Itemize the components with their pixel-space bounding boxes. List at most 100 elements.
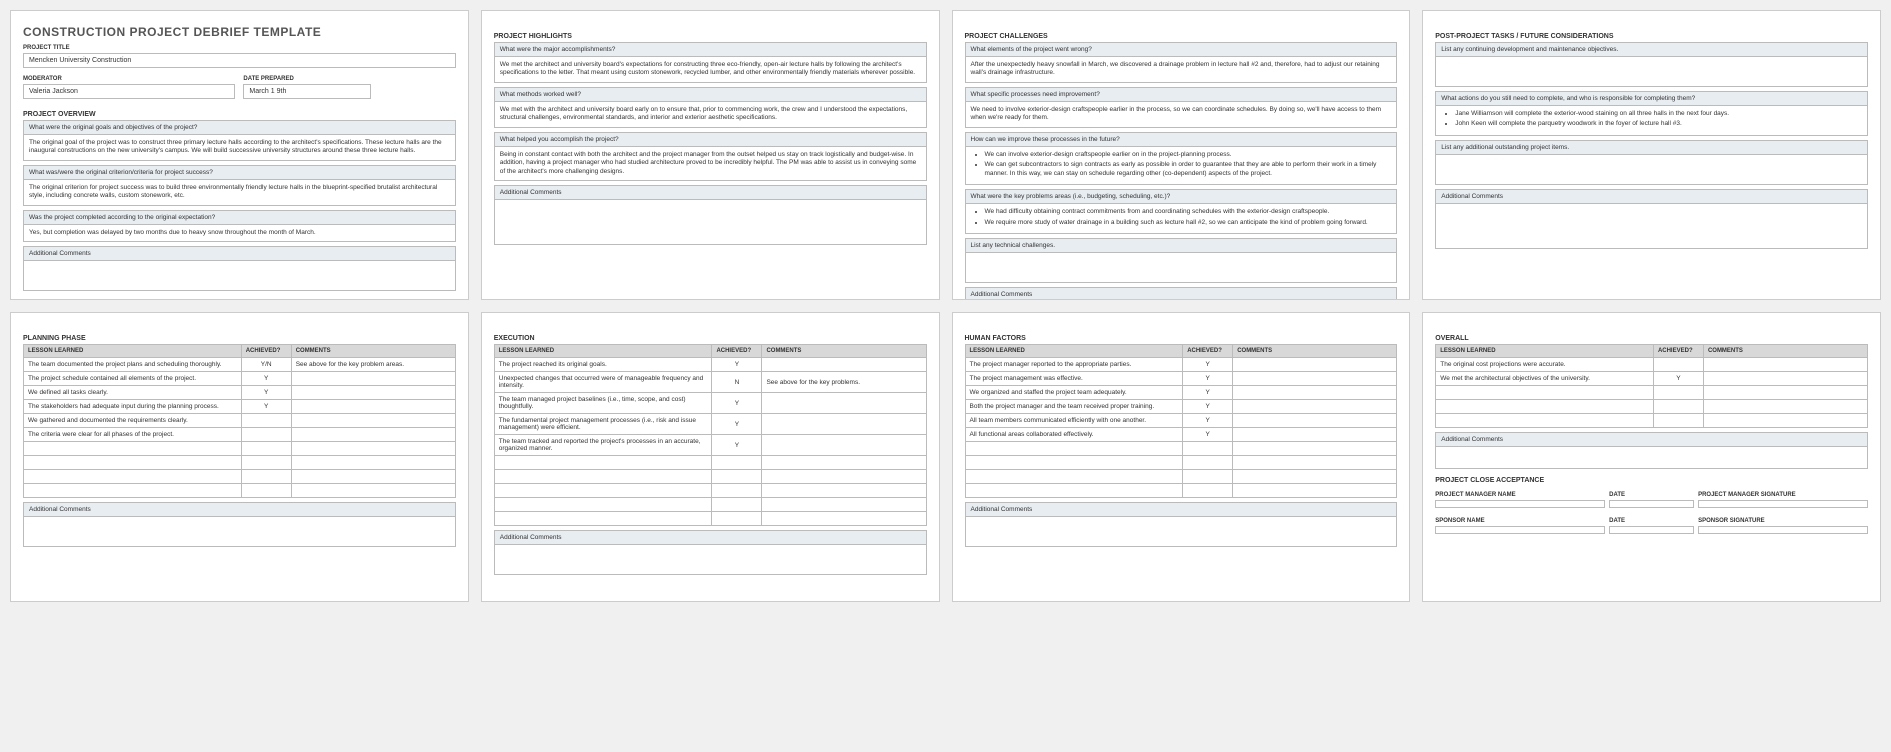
bullet: We can get subcontractors to sign contra… [985,161,1392,178]
project-title-label: PROJECT TITLE [23,45,456,51]
main-title: CONSTRUCTION PROJECT DEBRIEF TEMPLATE [23,25,456,39]
table-row [494,498,926,512]
addl-head: Additional Comments [1435,432,1868,447]
table-row [1436,414,1868,428]
pm-sig-input[interactable] [1698,500,1868,508]
a-accomplishments[interactable]: We met the architect and university boar… [494,57,927,83]
q-outstanding: List any additional outstanding project … [1435,140,1868,155]
table-header: LESSON LEARNED ACHIEVED? COMMENTS [1436,345,1868,358]
q-keyprob: What were the key problems areas (i.e., … [965,189,1398,204]
lessons-table: LESSON LEARNED ACHIEVED? COMMENTS The or… [1435,344,1868,428]
addl-input[interactable] [965,517,1398,547]
addl-input[interactable] [494,200,927,245]
date-input[interactable]: March 1 9th [243,84,370,99]
table-row: We organized and staffed the project tea… [965,386,1397,400]
pm-name-input[interactable] [1435,500,1605,508]
moderator-label: MODERATOR [23,76,235,82]
addl-head: Additional Comments [965,502,1398,517]
addl-head: Additional Comments [1435,189,1868,204]
date-label: DATE PREPARED [243,76,455,82]
sp-date-input[interactable] [1609,526,1694,534]
page-4: POST-PROJECT TASKS / FUTURE CONSIDERATIO… [1422,10,1881,300]
a-improve[interactable]: We need to involve exterior-design craft… [965,102,1398,128]
addl-comments-input[interactable] [23,261,456,291]
a-wrong[interactable]: After the unexpectedly heavy snowfall in… [965,57,1398,83]
moderator-input[interactable]: Valeria Jackson [23,84,235,99]
th-comments: COMMENTS [1703,345,1867,358]
sp-name-input[interactable] [1435,526,1605,534]
q-criteria: What was/were the original criterion/cri… [23,165,456,180]
table-row [24,442,456,456]
table-row [24,484,456,498]
bullet: We require more study of water drainage … [985,219,1392,227]
table-row [1436,400,1868,414]
a-methods[interactable]: We met with the architect and university… [494,102,927,128]
table-row [494,512,926,526]
q-actions: What actions do you still need to comple… [1435,91,1868,106]
table-row: The original cost projections were accur… [1436,358,1868,372]
table-row: All team members communicated efficientl… [965,414,1397,428]
table-row: The criteria were clear for all phases o… [24,428,456,442]
a-criteria[interactable]: The original criterion for project succe… [23,180,456,206]
page-7: HUMAN FACTORS LESSON LEARNED ACHIEVED? C… [952,312,1411,602]
table-row: Unexpected changes that occurred were of… [494,372,926,393]
q-completed: Was the project completed according to t… [23,210,456,225]
a-keyprob[interactable]: We had difficulty obtaining contract com… [965,204,1398,234]
page-5: PLANNING PHASE LESSON LEARNED ACHIEVED? … [10,312,469,602]
bullet: Jane Williamson will complete the exteri… [1455,110,1862,118]
table-row: We gathered and documented the requireme… [24,414,456,428]
a-completed[interactable]: Yes, but completion was delayed by two m… [23,225,456,242]
addl-input[interactable] [1435,204,1868,249]
a-continuing[interactable] [1435,57,1868,87]
page-6: EXECUTION LESSON LEARNED ACHIEVED? COMME… [481,312,940,602]
table-row: The stakeholders had adequate input duri… [24,400,456,414]
addl-input[interactable] [23,517,456,547]
lessons-table: LESSON LEARNED ACHIEVED? COMMENTS The te… [23,344,456,498]
postproject-head: POST-PROJECT TASKS / FUTURE CONSIDERATIO… [1435,33,1868,40]
human-head: HUMAN FACTORS [965,335,1398,342]
table-header: LESSON LEARNED ACHIEVED? COMMENTS [494,345,926,358]
a-goals[interactable]: The original goal of the project was to … [23,135,456,161]
table-row: The team documented the project plans an… [24,358,456,372]
th-comments: COMMENTS [1233,345,1397,358]
pm-sig-label: PROJECT MANAGER SIGNATURE [1698,492,1868,498]
table-row: The project schedule contained all eleme… [24,372,456,386]
a-outstanding[interactable] [1435,155,1868,185]
th-comments: COMMENTS [291,345,455,358]
table-row [494,456,926,470]
page-8: OVERALL LESSON LEARNED ACHIEVED? COMMENT… [1422,312,1881,602]
addl-input[interactable] [1435,447,1868,469]
page-3: PROJECT CHALLENGES What elements of the … [952,10,1411,300]
table-row [494,484,926,498]
sp-date-label: DATE [1609,518,1694,524]
sp-sig-input[interactable] [1698,526,1868,534]
pm-date-input[interactable] [1609,500,1694,508]
addl-comments-head: Additional Comments [23,246,456,261]
q-tech: List any technical challenges. [965,238,1398,253]
th-lesson: LESSON LEARNED [965,345,1183,358]
q-continuing: List any continuing development and main… [1435,42,1868,57]
table-row: We met the architectural objectives of t… [1436,372,1868,386]
q-wrong: What elements of the project went wrong? [965,42,1398,57]
table-row: The team managed project baselines (i.e.… [494,393,926,414]
table-row [1436,386,1868,400]
close-head: PROJECT CLOSE ACCEPTANCE [1435,477,1868,484]
table-row: All functional areas collaborated effect… [965,428,1397,442]
a-how[interactable]: We can involve exterior-design craftspeo… [965,147,1398,185]
a-tech[interactable] [965,253,1398,283]
addl-head: Additional Comments [494,185,927,200]
th-lesson: LESSON LEARNED [24,345,242,358]
q-methods: What methods worked well? [494,87,927,102]
a-actions[interactable]: Jane Williamson will complete the exteri… [1435,106,1868,136]
th-achieved: ACHIEVED? [1653,345,1703,358]
th-comments: COMMENTS [762,345,926,358]
th-achieved: ACHIEVED? [1183,345,1233,358]
a-helped[interactable]: Being in constant contact with both the … [494,147,927,181]
project-title-input[interactable]: Mencken University Construction [23,53,456,68]
addl-input[interactable] [494,545,927,575]
pm-date-label: DATE [1609,492,1694,498]
q-accomplishments: What were the major accomplishments? [494,42,927,57]
q-improve: What specific processes need improvement… [965,87,1398,102]
table-row [24,456,456,470]
sp-sig-label: SPONSOR SIGNATURE [1698,518,1868,524]
